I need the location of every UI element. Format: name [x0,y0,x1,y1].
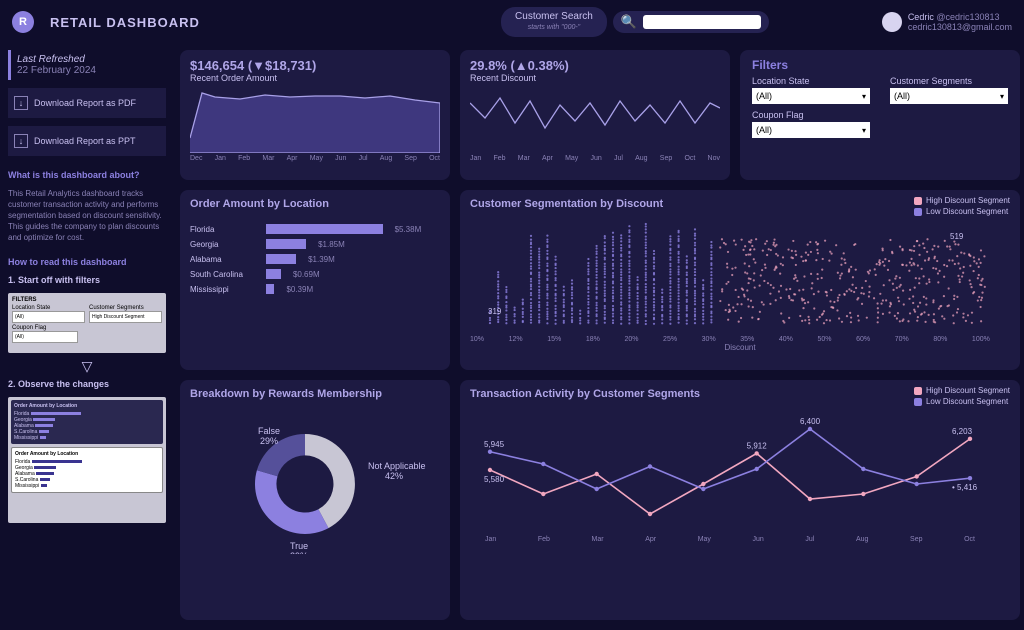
chart-transaction: 5,945 5,580 5,912 6,400 6,203 • 5,416 [470,404,990,534]
svg-text:False: False [258,426,280,436]
card-filters: Filters Location State (All) Customer Se… [740,50,1020,180]
sidebar: Last Refreshed 22 February 2024 ↓ Downlo… [0,44,174,630]
svg-text:5,580: 5,580 [484,475,505,484]
svg-text:29%: 29% [290,551,308,554]
search-input[interactable] [643,15,761,29]
svg-text:• 5,416: • 5,416 [952,483,978,492]
svg-text:5,945: 5,945 [484,440,505,449]
bar-row: Florida$5.38M [190,224,440,234]
search-icon: 🔍 [621,14,637,30]
card-rewards-breakdown: Breakdown by Rewards Membership False 29… [180,380,450,620]
howto-heading: How to read this dashboard [8,257,166,267]
arrow-down-icon: ▽ [8,361,166,371]
bar-row: Georgia$1.85M [190,239,440,249]
filter-coupon-label: Coupon Flag [752,110,870,120]
bar-row: Alabama$1.39M [190,254,440,264]
metric-recent-order: $146,654 (▼$18,731) [190,58,440,73]
download-icon: ↓ [14,96,28,110]
filters-title: Filters [752,58,1008,72]
card-segmentation: Customer Segmentation by Discount High D… [460,190,1020,370]
howto-step2-figure: Order Amount by Location Florida Georgia… [8,397,166,523]
svg-text:6,203: 6,203 [952,427,973,436]
svg-text:42%: 42% [385,471,403,481]
top-bar: R RETAIL DASHBOARD Customer Search start… [0,0,1024,44]
svg-text:6,400: 6,400 [800,417,821,426]
axis-discount: 10%12%15%18%20%25%30%35%40%50%60%70%80%1… [470,336,990,343]
download-icon: ↓ [14,134,28,148]
chart-recent-discount [470,83,720,153]
about-text: This Retail Analytics dashboard tracks c… [8,188,166,243]
user-menu[interactable]: Cedric @cedric130813 cedric130813@gmail.… [882,12,1012,32]
bar-row: Mississippi$0.39M [190,284,440,294]
filter-location-label: Location State [752,76,870,86]
search-box[interactable]: 🔍 [613,11,769,33]
svg-text:29%: 29% [260,436,278,446]
about-heading: What is this dashboard about? [8,170,166,180]
filter-segments-label: Customer Segments [890,76,1008,86]
card-transaction-activity: Transaction Activity by Customer Segment… [460,380,1020,620]
search-label: Customer Search starts with "000-" [501,7,607,37]
svg-text:519: 519 [950,232,964,241]
svg-text:True: True [290,541,308,551]
howto-step1: 1. Start off with filters [8,275,166,285]
axis-months: DecJanFebMarAprMayJunJulAugSepOct [190,155,440,162]
chart-segmentation: 319 519 [470,214,990,334]
howto-step1-figure: FILTERS Location State (All) Customer Se… [8,293,166,353]
howto-step2: 2. Observe the changes [8,379,166,389]
axis-months: JanFebMarAprMayJunJulAugSepOct [470,536,990,543]
filter-location-select[interactable]: (All) [752,88,870,104]
svg-text:Not Applicable: Not Applicable [368,461,426,471]
axis-months: JanFebMarAprMayJunJulAugSepOctNov [470,155,720,162]
card-recent-order-amount: $146,654 (▼$18,731) Recent Order Amount … [180,50,450,180]
tx-legend: High Discount Segment Low Discount Segme… [914,386,1010,408]
card-recent-discount: 29.8% (▲0.38%) Recent Discount JanFebMar… [460,50,730,180]
main-grid: $146,654 (▼$18,731) Recent Order Amount … [174,44,1024,630]
filter-segments-select[interactable]: (All) [890,88,1008,104]
logo-badge: R [12,11,34,33]
chart-rewards-donut: False 29% Not Applicable 42% True 29% [190,404,440,554]
filter-coupon-select[interactable]: (All) [752,122,870,138]
download-pdf-button[interactable]: ↓ Download Report as PDF [8,88,166,118]
svg-text:319: 319 [488,307,502,316]
segmentation-legend: High Discount Segment Low Discount Segme… [914,196,1010,218]
chart-recent-order [190,83,440,153]
card-order-by-location: Order Amount by Location Florida$5.38MGe… [180,190,450,370]
bar-row: South Carolina$0.69M [190,269,440,279]
download-ppt-button[interactable]: ↓ Download Report as PPT [8,126,166,156]
app-title: RETAIL DASHBOARD [50,15,200,30]
metric-recent-discount: 29.8% (▲0.38%) [470,58,720,73]
avatar [882,12,902,32]
last-refreshed: Last Refreshed 22 February 2024 [8,50,166,80]
svg-text:5,912: 5,912 [747,441,768,450]
